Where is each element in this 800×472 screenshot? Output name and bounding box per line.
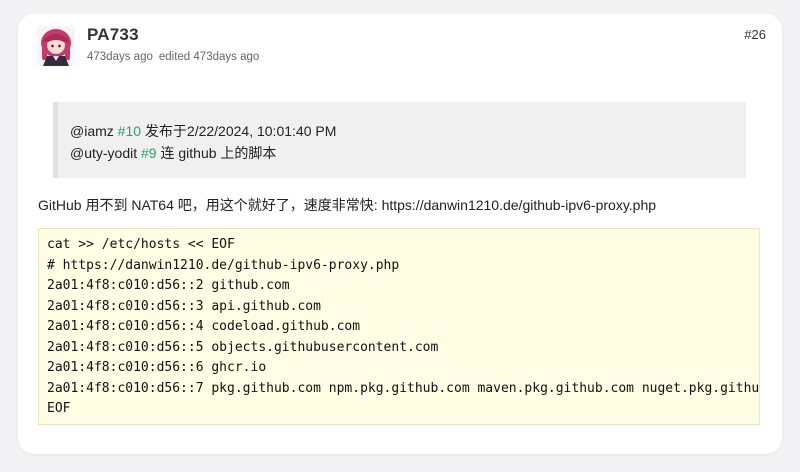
code-line: # https://danwin1210.de/github-ipv6-prox… <box>47 257 400 273</box>
post-number[interactable]: #26 <box>744 27 766 42</box>
quote-text: 发布于2/22/2024, 10:01:40 PM <box>144 123 337 139</box>
quote-mention[interactable]: @uty-yodit <box>70 145 137 161</box>
quote-text: 连 github 上的脚本 <box>160 145 277 161</box>
post-meta: 473days ago edited 473days ago <box>87 51 259 63</box>
quote-mention[interactable]: @iamz <box>70 123 114 139</box>
code-line: cat >> /etc/hosts << EOF <box>47 237 235 252</box>
post-card: PA733 473days ago edited 473days ago #26 … <box>18 14 782 454</box>
code-line: 2a01:4f8:c010:d56::7 pkg.github.com npm.… <box>47 380 760 396</box>
user-avatar[interactable] <box>37 26 75 66</box>
edit-time: edited 473days ago <box>158 51 260 63</box>
post-author[interactable]: PA733 <box>87 25 139 45</box>
code-line: 2a01:4f8:c010:d56::3 api.github.com <box>47 298 321 314</box>
code-line: 2a01:4f8:c010:d56::5 objects.githubuserc… <box>47 339 439 355</box>
quote-reference-link[interactable]: #10 <box>118 123 141 139</box>
post-time: 473days ago <box>87 51 153 63</box>
code-line: 2a01:4f8:c010:d56::6 ghcr.io <box>47 360 267 375</box>
quote-block: @iamz #10 发布于2/22/2024, 10:01:40 PM @uty… <box>53 102 746 178</box>
anime-character-avatar-icon <box>37 26 75 66</box>
quote-reference-link[interactable]: #9 <box>141 145 157 161</box>
code-line: EOF <box>47 401 71 416</box>
quote-line: @iamz #10 发布于2/22/2024, 10:01:40 PM <box>70 120 746 142</box>
post-body-link[interactable]: https://danwin1210.de/github-ipv6-proxy.… <box>382 197 656 213</box>
code-line: 2a01:4f8:c010:d56::2 github.com <box>47 278 290 293</box>
code-block[interactable]: cat >> /etc/hosts << EOF # https://danwi… <box>38 228 760 425</box>
quote-line: @uty-yodit #9 连 github 上的脚本 <box>70 142 746 164</box>
code-line: 2a01:4f8:c010:d56::4 codeload.github.com <box>47 319 361 334</box>
post-body-text: GitHub 用不到 NAT64 吧，用这个就好了，速度非常快: <box>38 197 382 213</box>
post-body: GitHub 用不到 NAT64 吧，用这个就好了，速度非常快: https:/… <box>38 195 656 215</box>
